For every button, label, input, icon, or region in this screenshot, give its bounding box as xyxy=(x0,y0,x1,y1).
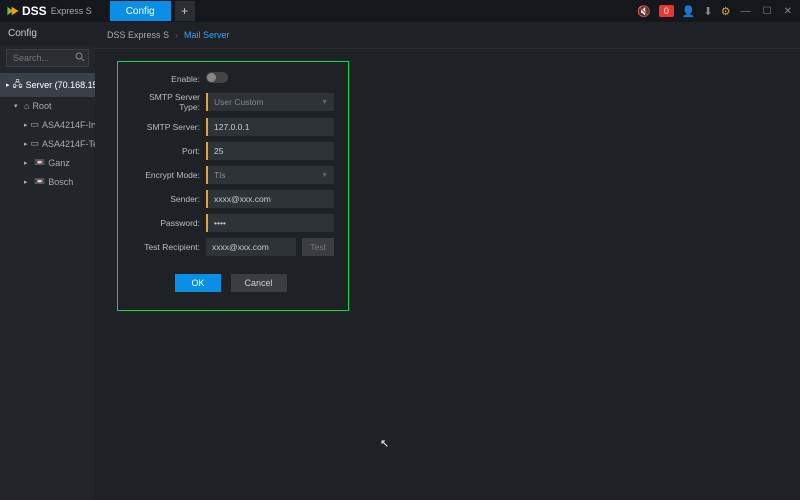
tab-config[interactable]: Config xyxy=(110,1,171,21)
tree-root[interactable]: ▾ ⌂ Root xyxy=(0,97,95,115)
add-tab-button[interactable]: + xyxy=(175,1,195,21)
tree-item-2[interactable]: ▸ 📼 Ganz xyxy=(0,153,95,172)
main: DSS Express S › Mail Server Enable: SMTP… xyxy=(95,22,800,500)
caret-icon: ▸ xyxy=(24,121,28,129)
cancel-button[interactable]: Cancel xyxy=(231,274,287,292)
download-icon[interactable]: ⬇ xyxy=(704,5,713,18)
caret-icon: ▸ xyxy=(24,140,28,148)
tree-item-label: ASA4214F-Texas xyxy=(42,139,95,149)
password-label: Password: xyxy=(128,218,206,228)
device-icon: ▭ xyxy=(31,138,40,149)
gear-icon[interactable]: ⚙ xyxy=(721,5,731,18)
logo-icon xyxy=(6,4,20,18)
sound-icon[interactable]: 🔇 xyxy=(637,5,651,18)
chevron-right-icon: › xyxy=(175,30,178,40)
caret-icon: ▸ xyxy=(24,178,31,186)
nvr-icon: 📼 xyxy=(34,157,45,168)
breadcrumb: DSS Express S › Mail Server xyxy=(95,22,800,49)
tree-item-label: Bosch xyxy=(48,177,73,187)
titlebar-tabs: Config + xyxy=(110,1,195,21)
caret-icon: ▸ xyxy=(24,159,31,167)
test-recipient-label: Test Recipient: xyxy=(128,242,206,252)
search-icon[interactable] xyxy=(75,52,85,65)
app-logo: DSS Express S xyxy=(6,4,92,18)
smtp-server-label: SMTP Server: xyxy=(128,122,206,132)
maximize-button[interactable]: ☐ xyxy=(761,6,774,17)
sender-input[interactable] xyxy=(206,190,334,208)
root-icon: ⌂ xyxy=(24,101,29,111)
chevron-down-icon: ▼ xyxy=(321,99,328,106)
encrypt-select[interactable]: Tls ▼ xyxy=(206,166,334,184)
server-type-label: SMTP Server Type: xyxy=(128,92,206,112)
sender-label: Sender: xyxy=(128,194,206,204)
app-name: DSS xyxy=(22,4,47,18)
test-recipient-input[interactable] xyxy=(206,238,296,256)
sidebar-title: Config xyxy=(0,22,95,45)
nvr-icon: 📼 xyxy=(34,176,45,187)
search-wrap xyxy=(0,45,95,71)
minimize-button[interactable]: — xyxy=(739,6,753,17)
encrypt-value: Tls xyxy=(214,170,225,180)
ok-button[interactable]: OK xyxy=(175,274,220,292)
app-subname: Express S xyxy=(51,6,92,16)
mail-server-form: Enable: SMTP Server Type: User Custom ▼ … xyxy=(117,61,349,311)
notification-badge[interactable]: 0 xyxy=(659,5,674,17)
titlebar: DSS Express S Config + 🔇 0 👤 ⬇ ⚙ — ☐ ✕ xyxy=(0,0,800,22)
chevron-down-icon: ▼ xyxy=(321,172,328,179)
enable-toggle[interactable] xyxy=(206,72,228,83)
tree: ▸ 🖧 Server (70.168.153.130) ▾ ⌂ Root ▸ ▭… xyxy=(0,71,95,193)
user-icon[interactable]: 👤 xyxy=(682,5,696,18)
device-icon: ▭ xyxy=(31,119,40,130)
port-label: Port: xyxy=(128,146,206,156)
titlebar-right: 🔇 0 👤 ⬇ ⚙ — ☐ ✕ xyxy=(637,5,794,18)
breadcrumb-current: Mail Server xyxy=(184,30,230,40)
tree-item-1[interactable]: ▸ ▭ ASA4214F-Texas xyxy=(0,134,95,153)
port-input[interactable] xyxy=(206,142,334,160)
tree-server[interactable]: ▸ 🖧 Server (70.168.153.130) xyxy=(0,73,95,97)
breadcrumb-root[interactable]: DSS Express S xyxy=(107,30,169,40)
close-button[interactable]: ✕ xyxy=(782,6,794,17)
enable-label: Enable: xyxy=(128,74,206,84)
tree-root-label: Root xyxy=(32,101,51,111)
caret-icon: ▸ xyxy=(6,81,10,89)
server-icon: 🖧 xyxy=(13,77,23,93)
tree-item-label: ASA4214F-Irvine xyxy=(42,120,95,130)
tree-server-label: Server (70.168.153.130) xyxy=(26,80,95,90)
tree-item-0[interactable]: ▸ ▭ ASA4214F-Irvine xyxy=(0,115,95,134)
password-input[interactable] xyxy=(206,214,334,232)
sidebar: Config ▸ 🖧 Server (70.168.153.130) ▾ ⌂ R… xyxy=(0,22,95,500)
tree-item-label: Ganz xyxy=(48,158,70,168)
encrypt-label: Encrypt Mode: xyxy=(128,170,206,180)
smtp-server-input[interactable] xyxy=(206,118,334,136)
test-button[interactable]: Test xyxy=(302,238,334,256)
server-type-value: User Custom xyxy=(214,97,264,107)
tree-item-3[interactable]: ▸ 📼 Bosch xyxy=(0,172,95,191)
server-type-select[interactable]: User Custom ▼ xyxy=(206,93,334,111)
caret-down-icon: ▾ xyxy=(14,102,21,110)
